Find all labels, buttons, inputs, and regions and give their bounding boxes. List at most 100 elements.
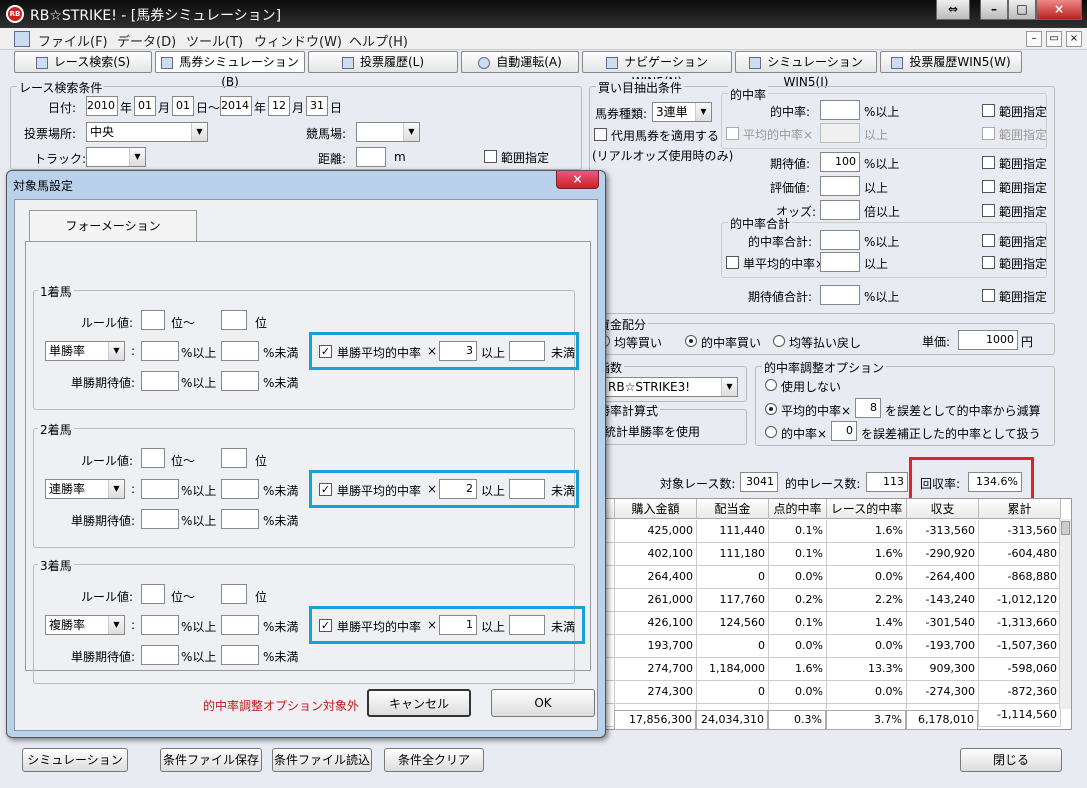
ticket-type-select[interactable]: 3連単 ▼ [652, 102, 712, 122]
expect-total-field[interactable] [820, 285, 860, 305]
avg-hit-range-checkbox[interactable] [982, 127, 995, 140]
avg-hit-field[interactable] [820, 123, 860, 143]
rate-max-field[interactable] [221, 479, 259, 499]
index-select[interactable]: RB☆STRIKE3! ▼ [604, 377, 738, 397]
expect-max-field[interactable] [221, 509, 259, 529]
tab-simulation-win5[interactable]: シミュレーションWIN5(I) [735, 51, 877, 89]
adjust-none-radio[interactable] [765, 379, 777, 391]
menu-help[interactable]: ヘルプ(H) [349, 31, 408, 50]
alloc-hitrate-radio[interactable] [685, 335, 697, 347]
rule-from-field[interactable] [141, 448, 165, 468]
avg-hit-max-field[interactable] [509, 479, 545, 499]
win-avg-field[interactable] [820, 252, 860, 272]
avg-hit-field[interactable]: 2 [439, 479, 477, 499]
menu-file[interactable]: ファイル(F) [38, 31, 108, 50]
load-conditions-button[interactable]: 条件ファイル読込 [272, 748, 372, 772]
rule-to-field[interactable] [221, 448, 247, 468]
avg-hit-checkbox[interactable]: ✓ [319, 619, 332, 632]
table-row[interactable]: 425,000 111,440 0.1% 1.6% -313,560 -313,560 [601, 520, 1061, 543]
table-row[interactable]: 274,700 1,184,000 1.6% 13.3% 909,300 -598,060 [601, 658, 1061, 681]
to-month-field[interactable]: 12 [268, 96, 290, 116]
adjust-subtract-radio[interactable] [765, 403, 777, 415]
rule-to-field[interactable] [221, 584, 247, 604]
rate-type-select[interactable]: 連勝率 ▼ [45, 479, 125, 499]
tab-formation[interactable]: フォーメーション [29, 210, 197, 242]
adjust-correct-radio[interactable] [765, 426, 777, 438]
to-year-field[interactable]: 2014 [220, 96, 252, 116]
scrollbar-thumb[interactable] [1061, 521, 1070, 535]
table-row[interactable]: 274,300 0 0.0% 0.0% -274,300 -872,360 [601, 681, 1061, 704]
menu-tools[interactable]: ツール(T) [186, 31, 243, 50]
rate-min-field[interactable] [141, 615, 179, 635]
menu-data[interactable]: データ(D) [117, 31, 176, 50]
rate-min-field[interactable] [141, 479, 179, 499]
rule-from-field[interactable] [141, 584, 165, 604]
distance-range-checkbox[interactable] [484, 150, 497, 163]
expect-field[interactable]: 100 [820, 152, 860, 172]
expect-min-field[interactable] [141, 509, 179, 529]
mdi-close-button[interactable]: × [1066, 31, 1082, 47]
win-avg-range-checkbox[interactable] [982, 256, 995, 269]
from-year-field[interactable]: 2010 [86, 96, 118, 116]
adjust-correct-field[interactable]: 0 [831, 421, 857, 441]
restore-size-button[interactable]: ⇔ [936, 0, 970, 20]
column-header[interactable]: 購入金額 [615, 499, 697, 519]
rate-max-field[interactable] [221, 615, 259, 635]
save-conditions-button[interactable]: 条件ファイル保存 [160, 748, 262, 772]
alloc-equal-payout-radio[interactable] [773, 335, 785, 347]
rate-min-field[interactable] [141, 341, 179, 361]
tab-vote-history[interactable]: 投票履歴(L) [308, 51, 458, 73]
distance-field[interactable] [356, 147, 386, 167]
expect-min-field[interactable] [141, 645, 179, 665]
simulation-button[interactable]: シミュレーション [22, 748, 128, 772]
win-avg-checkbox[interactable] [726, 256, 739, 269]
cancel-button[interactable]: キャンセル [367, 689, 471, 717]
hit-rate-field[interactable] [820, 100, 860, 120]
tab-ticket-simulation[interactable]: 馬券シミュレーション(B) [155, 51, 305, 89]
tab-navigation-win5[interactable]: ナビゲーションWIN5(N) [582, 51, 732, 89]
table-row[interactable]: 426,100 124,560 0.1% 1.4% -301,540 -1,313,660 [601, 612, 1061, 635]
tab-auto-run[interactable]: 自動運転(A) [461, 51, 579, 73]
odds-field[interactable] [820, 200, 860, 220]
column-header[interactable]: 累計 [979, 499, 1061, 519]
expect-range-checkbox[interactable] [982, 156, 995, 169]
table-row[interactable]: 402,100 111,180 0.1% 1.6% -290,920 -604,480 [601, 543, 1061, 566]
rate-max-field[interactable] [221, 341, 259, 361]
mdi-restore-button[interactable]: ▭ [1046, 31, 1062, 47]
tab-race-search[interactable]: レース検索(S) [14, 51, 152, 73]
hit-total-field[interactable] [820, 230, 860, 250]
rule-from-field[interactable] [141, 310, 165, 330]
eval-field[interactable] [820, 176, 860, 196]
odds-range-checkbox[interactable] [982, 204, 995, 217]
close-window-button[interactable]: × [1036, 0, 1082, 20]
avg-hit-field[interactable]: 1 [439, 615, 477, 635]
adjust-subtract-field[interactable]: 8 [855, 398, 881, 418]
dialog-close-button[interactable]: × [556, 171, 599, 189]
from-day-field[interactable]: 01 [172, 96, 194, 116]
hit-total-range-checkbox[interactable] [982, 234, 995, 247]
table-row[interactable]: 264,400 0 0.0% 0.0% -264,400 -868,880 [601, 566, 1061, 589]
to-day-field[interactable]: 31 [306, 96, 328, 116]
column-header[interactable]: 配当金 [697, 499, 769, 519]
clear-conditions-button[interactable]: 条件全クリア [384, 748, 484, 772]
close-button[interactable]: 閉じる [960, 748, 1062, 772]
table-row[interactable]: 261,000 117,760 0.2% 2.2% -143,240 -1,012,120 [601, 589, 1061, 612]
column-header[interactable]: レース的中率 [827, 499, 907, 519]
table-row[interactable]: 193,700 0 0.0% 0.0% -193,700 -1,507,360 [601, 635, 1061, 658]
column-header[interactable]: 収支 [907, 499, 979, 519]
ok-button[interactable]: OK [491, 689, 595, 717]
eval-range-checkbox[interactable] [982, 180, 995, 193]
track-select[interactable]: ▼ [86, 147, 146, 167]
expect-total-range-checkbox[interactable] [982, 289, 995, 302]
table-scrollbar[interactable] [1059, 519, 1071, 709]
tab-vote-history-win5[interactable]: 投票履歴WIN5(W) [880, 51, 1022, 73]
avg-hit-max-field[interactable] [509, 615, 545, 635]
minimize-button[interactable]: – [980, 0, 1008, 20]
avg-hit-field[interactable]: 3 [439, 341, 477, 361]
expect-min-field[interactable] [141, 371, 179, 391]
from-month-field[interactable]: 01 [134, 96, 156, 116]
course-select[interactable]: ▼ [356, 122, 420, 142]
results-table[interactable]: 購入金額 配当金 点的中率 レース的中率 収支 累計 425,000 111,44… [600, 498, 1072, 730]
hit-rate-range-checkbox[interactable] [982, 104, 995, 117]
rate-type-select[interactable]: 単勝率 ▼ [45, 341, 125, 361]
